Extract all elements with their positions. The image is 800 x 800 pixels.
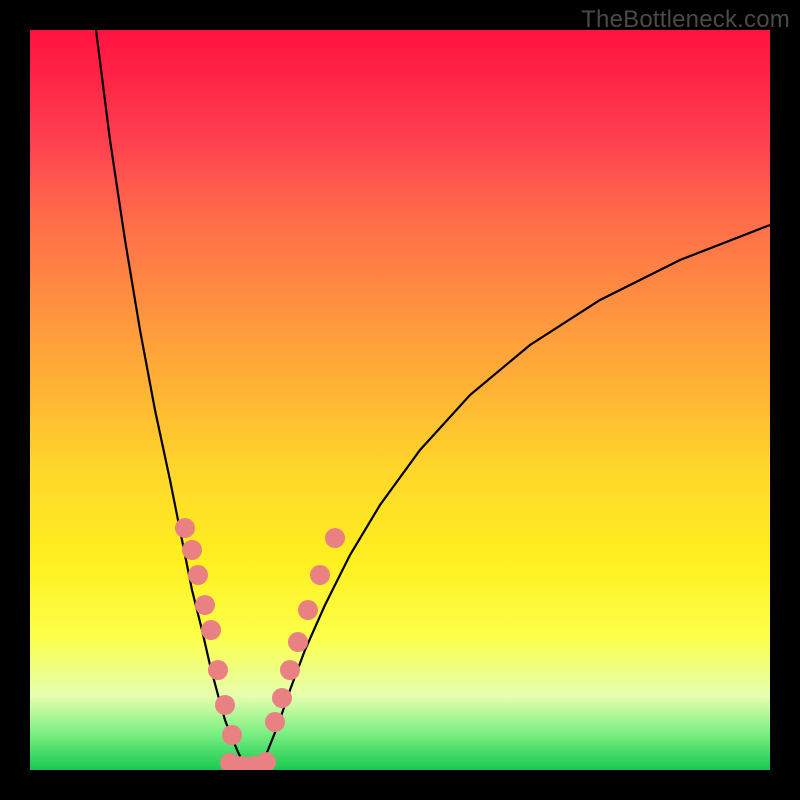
scatter-dot — [208, 660, 228, 680]
scatter-dot — [325, 528, 345, 548]
scatter-dot — [310, 565, 330, 585]
scatter-dot — [280, 660, 300, 680]
scatter-dot — [195, 595, 215, 615]
scatter-dot — [188, 565, 208, 585]
scatter-dot — [222, 725, 242, 745]
right-bottleneck-curve — [260, 225, 770, 766]
scatter-dot — [215, 695, 235, 715]
scatter-dot — [288, 632, 308, 652]
chart-svg — [30, 30, 770, 770]
scatter-dot — [256, 752, 276, 770]
scatter-dot — [298, 600, 318, 620]
watermark-text: TheBottleneck.com — [581, 6, 790, 34]
scatter-dot — [265, 712, 285, 732]
scatter-dot — [175, 518, 195, 538]
scatter-dot — [182, 540, 202, 560]
scatter-dots — [175, 518, 345, 770]
scatter-dot — [201, 620, 221, 640]
chart-plot-area — [30, 30, 770, 770]
scatter-dot — [272, 688, 292, 708]
left-bottleneck-curve — [96, 30, 244, 764]
